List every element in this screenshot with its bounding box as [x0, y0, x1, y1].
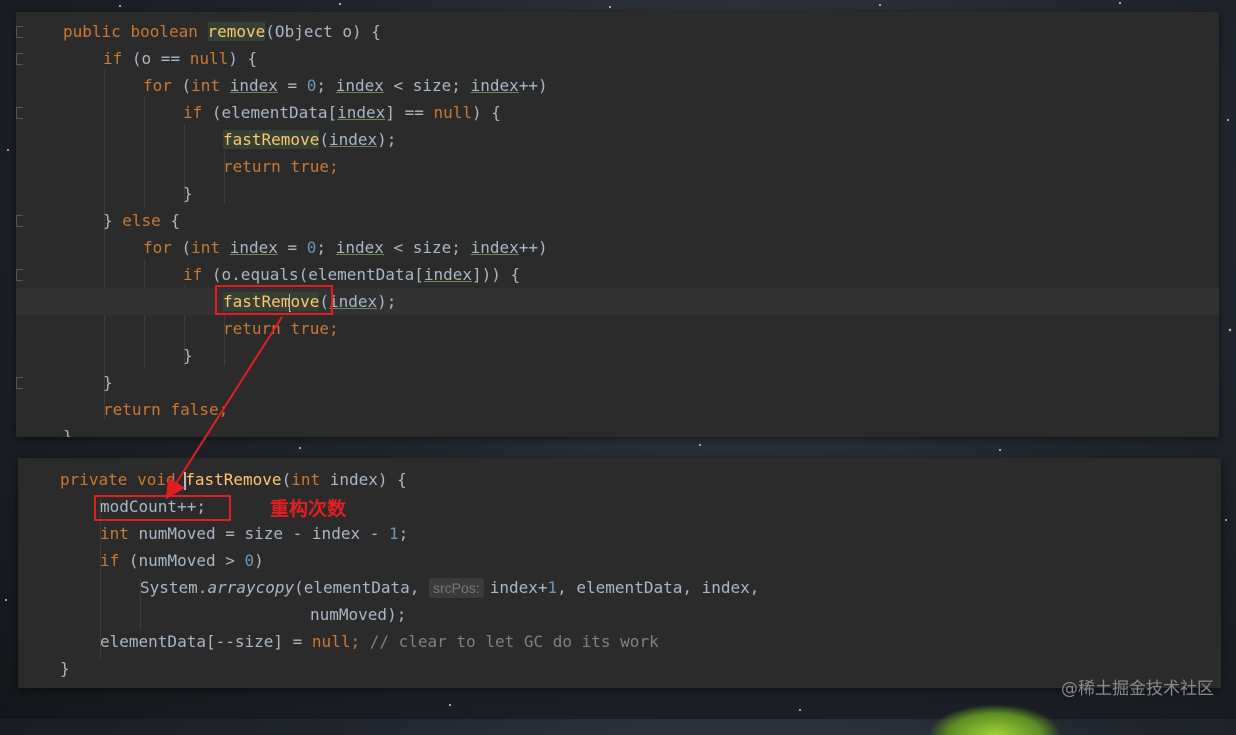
annotation-arrow: [165, 316, 283, 500]
watermark: @稀土掘金技术社区: [1061, 679, 1214, 699]
plant-silhouette: [930, 705, 1060, 735]
